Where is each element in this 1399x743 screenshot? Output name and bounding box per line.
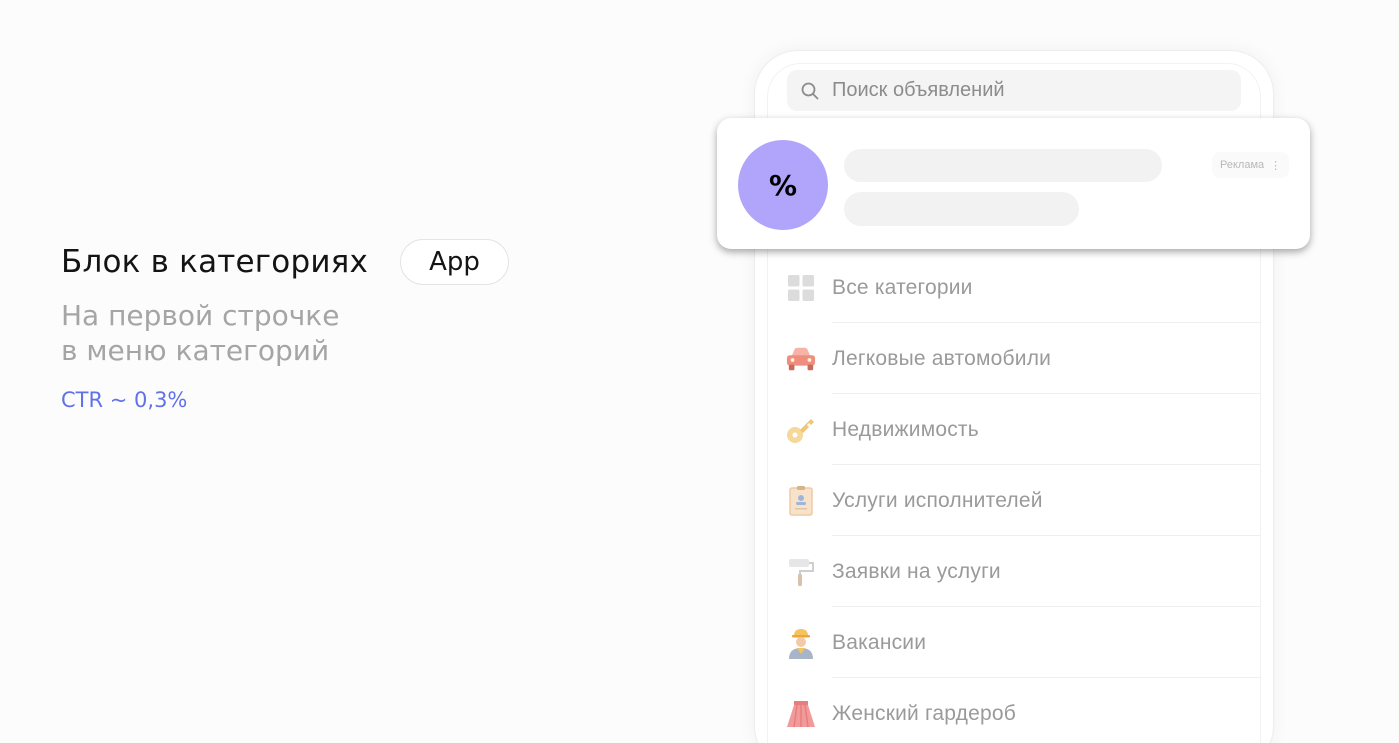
category-item-all[interactable]: Все категории (786, 252, 1260, 323)
page-title: Блок в категориях (61, 244, 369, 280)
ad-logo: % (738, 140, 828, 230)
ad-label-text: Реклама (1220, 159, 1265, 171)
category-item-jobs[interactable]: Вакансии (786, 607, 1260, 678)
category-label: Услуги исполнителей (832, 488, 1043, 512)
ad-subtitle-placeholder (844, 192, 1079, 226)
category-label: Легковые автомобили (832, 346, 1052, 370)
category-label: Недвижимость (832, 417, 979, 441)
title-row: Блок в категориях App (61, 238, 581, 286)
paint-roller-icon (786, 557, 816, 587)
category-label: Женский гардероб (832, 701, 1016, 725)
category-label: Все категории (832, 275, 973, 299)
category-item-womens-wardrobe[interactable]: Женский гардероб (786, 678, 1260, 743)
placement-description: На первой строчке в меню категорий (61, 299, 340, 367)
category-label: Заявки на услуги (832, 559, 1001, 583)
ad-title-placeholder (844, 149, 1162, 182)
promo-description: Блок в категориях App На первой строчке … (61, 238, 581, 412)
ad-label-badge[interactable]: Реклама ⋮ (1212, 152, 1290, 178)
worker-icon (786, 628, 816, 659)
id-card-icon (786, 485, 816, 516)
category-item-requests[interactable]: Заявки на услуги (786, 536, 1260, 607)
app-badge: App (400, 239, 509, 285)
key-icon (786, 415, 816, 445)
category-label: Вакансии (832, 630, 927, 654)
grid-icon (786, 273, 816, 303)
more-icon[interactable]: ⋮ (1270, 159, 1281, 172)
car-icon (786, 344, 816, 374)
ctr-value: CTR ~ 0,3% (61, 388, 188, 412)
ad-block[interactable]: % Реклама ⋮ (717, 118, 1310, 249)
category-item-cars[interactable]: Легковые автомобили (786, 323, 1260, 394)
category-item-services[interactable]: Услуги исполнителей (786, 465, 1260, 536)
search-input[interactable] (832, 79, 1212, 102)
skirt-icon (786, 699, 816, 729)
category-item-real-estate[interactable]: Недвижимость (786, 394, 1260, 465)
search-icon (801, 82, 819, 99)
search-bar[interactable] (787, 70, 1241, 111)
